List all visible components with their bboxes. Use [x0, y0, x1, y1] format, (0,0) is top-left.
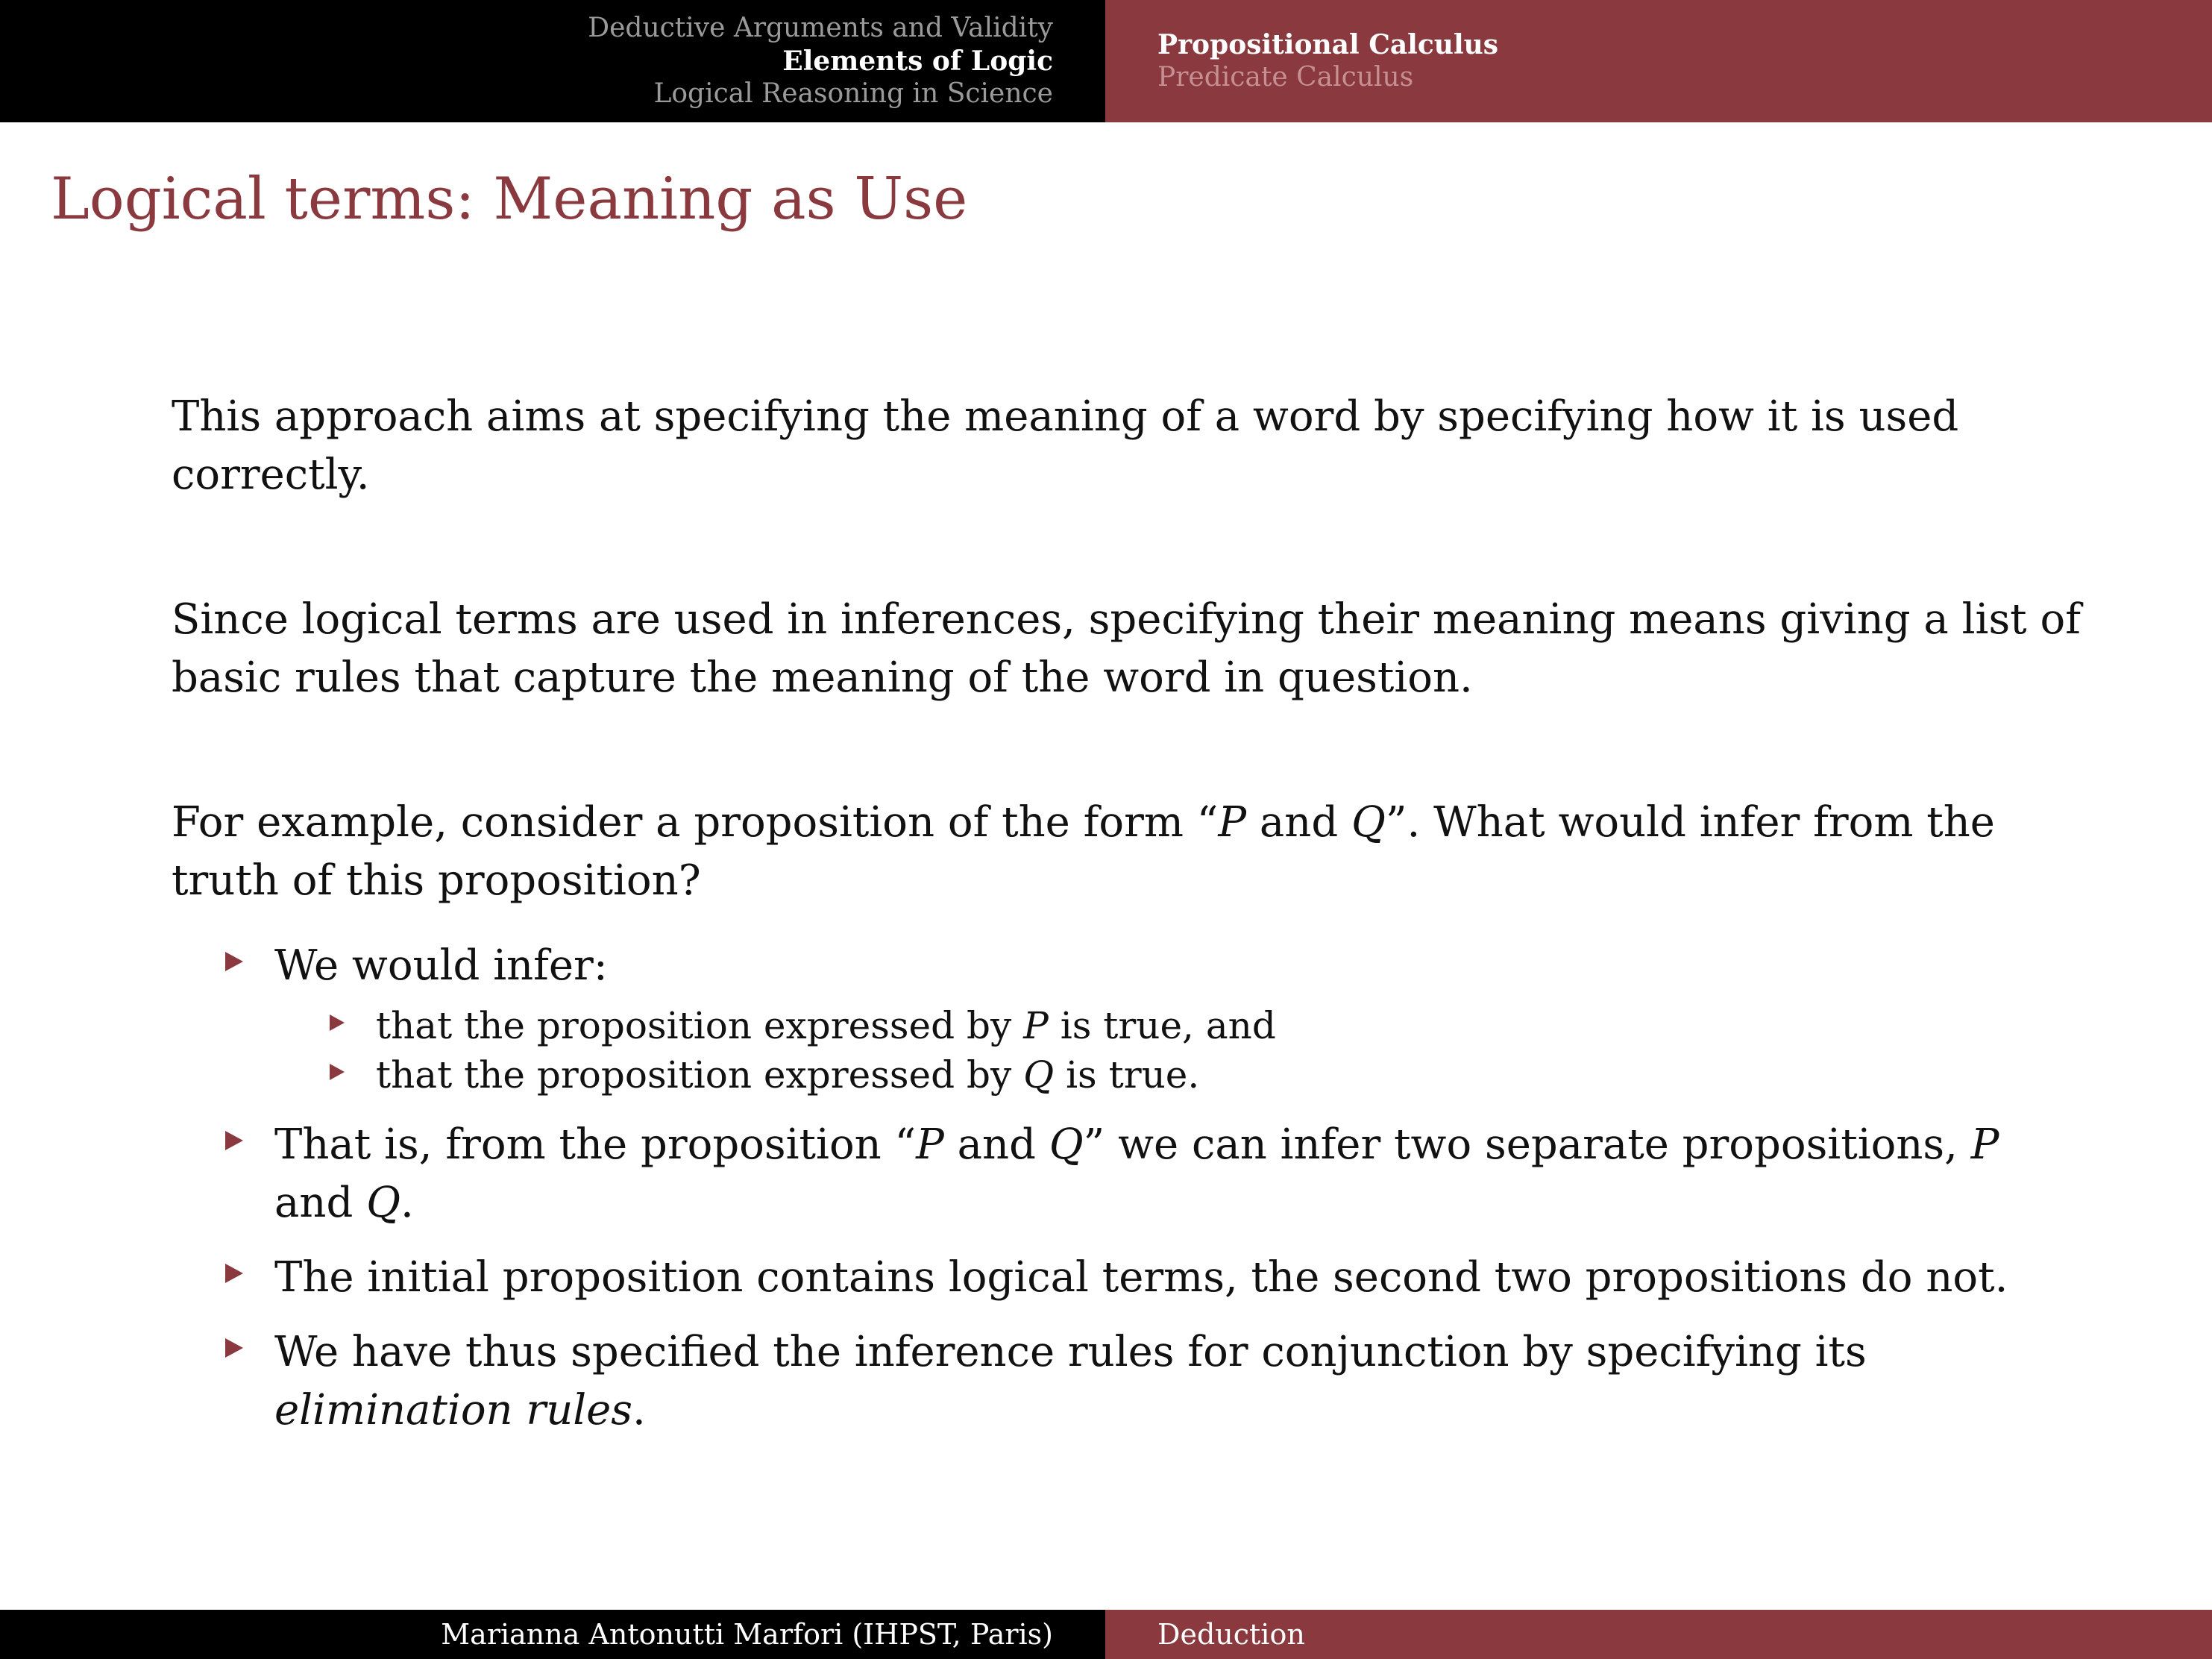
list-item: that the proposition expressed by P is t…: [172, 1001, 2081, 1050]
nav-item-deductive-arguments[interactable]: Deductive Arguments and Validity: [588, 12, 1053, 45]
footer-topic: Deduction: [1105, 1610, 2212, 1659]
triangle-bullet-icon: [330, 1014, 345, 1031]
paragraph-logical-terms: Since logical terms are used in inferenc…: [172, 595, 2081, 702]
list-item: We would infer: that the proposition exp…: [172, 937, 2081, 1100]
slide-body: This approach aims at specifying the mea…: [172, 388, 2081, 1456]
triangle-bullet-icon: [225, 1264, 243, 1283]
sub-bullet-list: that the proposition expressed by P is t…: [274, 1001, 2081, 1100]
paragraph-example: For example, consider a proposition of t…: [172, 798, 1995, 905]
triangle-bullet-icon: [225, 1338, 243, 1358]
list-item: We have thus specified the inference rul…: [172, 1323, 2081, 1440]
nav-item-logical-reasoning[interactable]: Logical Reasoning in Science: [653, 78, 1053, 110]
nav-item-elements-of-logic[interactable]: Elements of Logic: [782, 45, 1053, 78]
list-item: that the proposition expressed by Q is t…: [172, 1050, 2081, 1100]
section-nav: Deductive Arguments and Validity Element…: [0, 0, 1105, 122]
triangle-bullet-icon: [330, 1064, 345, 1080]
triangle-bullet-icon: [225, 952, 243, 971]
slide-title: Logical terms: Meaning as Use: [51, 166, 968, 233]
subsection-nav: Propositional Calculus Predicate Calculu…: [1105, 0, 2212, 122]
nav-item-propositional-calculus[interactable]: Propositional Calculus: [1157, 28, 2212, 61]
footer-bar: Marianna Antonutti Marfori (IHPST, Paris…: [0, 1610, 2212, 1659]
triangle-bullet-icon: [225, 1131, 243, 1150]
nav-item-predicate-calculus[interactable]: Predicate Calculus: [1157, 61, 2212, 94]
footer-author: Marianna Antonutti Marfori (IHPST, Paris…: [0, 1610, 1105, 1659]
paragraph-approach: This approach aims at specifying the mea…: [172, 392, 1959, 499]
header-bar: Deductive Arguments and Validity Element…: [0, 0, 2212, 122]
list-item: The initial proposition contains logical…: [172, 1249, 2081, 1307]
list-item: That is, from the proposition “P and Q” …: [172, 1116, 2081, 1232]
bullet-list: We would infer: that the proposition exp…: [172, 937, 2081, 1440]
